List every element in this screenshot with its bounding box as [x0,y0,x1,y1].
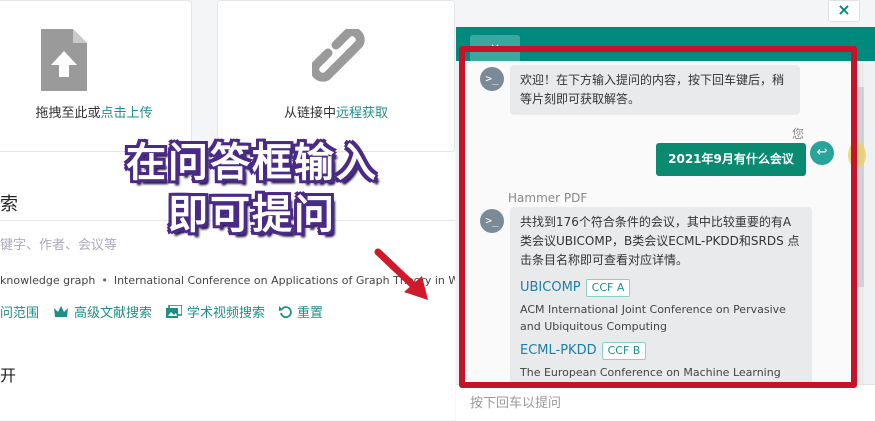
search-section-title: 索 [0,194,18,215]
close-button[interactable]: × [828,0,860,22]
crown-icon [54,306,69,317]
question-input-bar [456,384,875,421]
annotation-caption: 在问答框输入 即可提问 [126,140,378,238]
upload-link-card[interactable]: 从链接中远程获取 [217,0,455,152]
reset-icon [279,306,292,318]
chain-link-icon [312,29,365,82]
highlight-frame [459,46,857,388]
search-input-placeholder[interactable]: 键字、作者、会议等 [0,234,117,253]
image-gallery-icon [166,305,183,318]
file-upload-icon [41,29,87,91]
upload-file-label: 拖拽至此或点击上传 [35,106,153,121]
search-actions: 问范围 高级文献搜索 学术视频搜索 重置 [0,302,323,321]
advanced-search-button[interactable]: 高级文献搜索 [53,302,152,321]
upload-file-card[interactable]: 拖拽至此或点击上传 [0,0,192,152]
search-scope-button[interactable]: 问范围 [0,302,39,321]
annotation-arrow-icon [374,248,428,300]
extra-section-label: 开 [0,366,17,385]
click-upload-link[interactable]: 点击上传 [101,106,153,121]
upload-link-label: 从链接中远程获取 [283,106,389,121]
video-search-button[interactable]: 学术视频搜索 [166,302,265,321]
remote-fetch-link[interactable]: 远程获取 [336,106,388,121]
question-input[interactable] [456,385,852,421]
reset-button[interactable]: 重置 [279,302,323,321]
recent-search-item[interactable]: knowledge graph [0,274,95,287]
